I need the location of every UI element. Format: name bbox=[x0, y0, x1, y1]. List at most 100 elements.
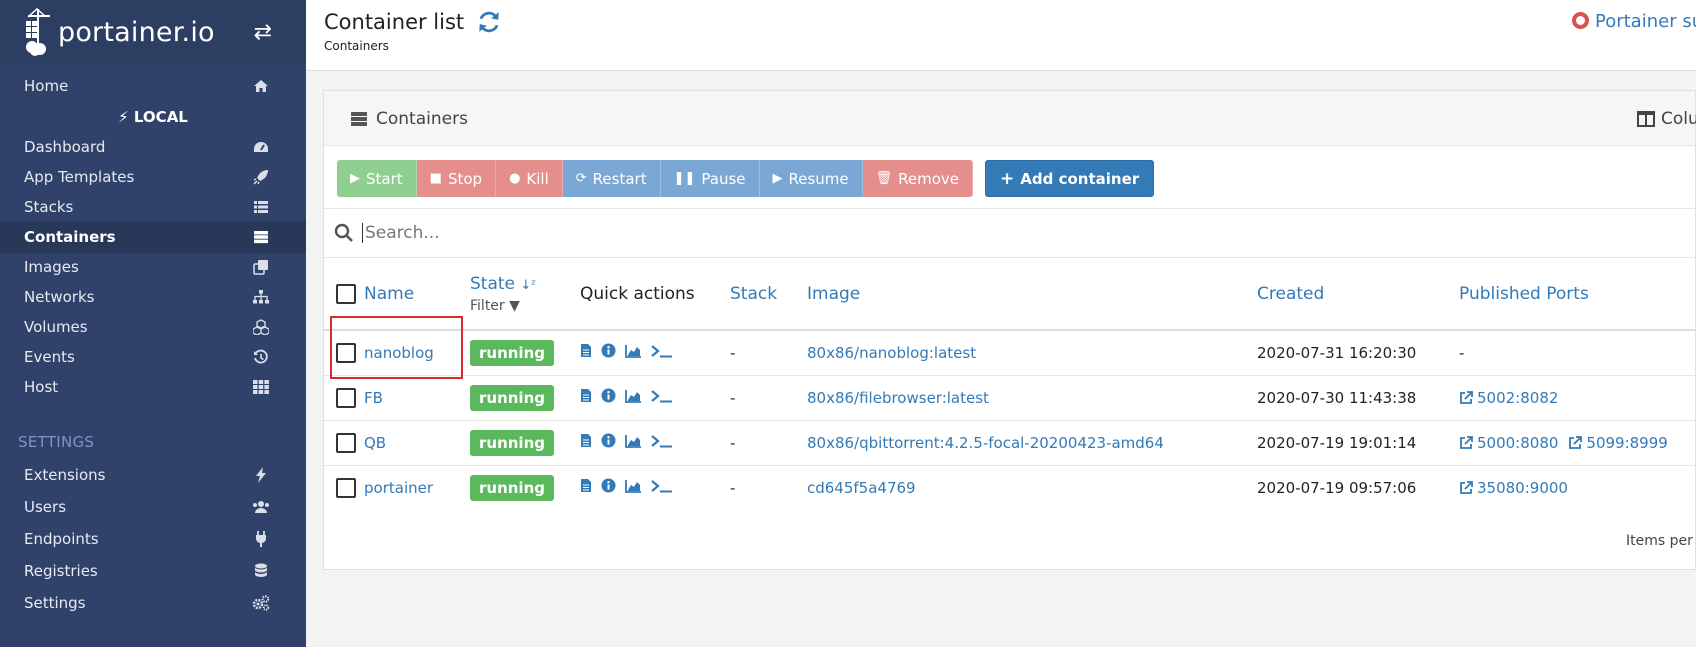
image-link[interactable]: 80x86/filebrowser:latest bbox=[807, 389, 989, 407]
sidebar-item-dashboard[interactable]: Dashboard bbox=[0, 131, 306, 163]
state-column-header[interactable]: State ↓ᶻ bbox=[470, 274, 536, 294]
stack-value: - bbox=[730, 478, 736, 497]
inspect-icon[interactable] bbox=[601, 343, 616, 358]
published-port-link[interactable]: 35080:9000 bbox=[1459, 479, 1568, 497]
sidebar-item-containers[interactable]: Containers bbox=[0, 221, 306, 253]
logs-icon[interactable] bbox=[580, 388, 592, 403]
container-name-link[interactable]: nanoblog bbox=[364, 344, 434, 362]
console-icon[interactable] bbox=[651, 389, 673, 403]
created-column-header[interactable]: Created bbox=[1257, 284, 1324, 304]
state-filter[interactable]: Filter ▼ bbox=[470, 298, 580, 314]
external-link-icon bbox=[1459, 479, 1477, 497]
stack-column-header[interactable]: Stack bbox=[730, 284, 777, 304]
quick-actions bbox=[580, 388, 673, 403]
image-link[interactable]: 80x86/qbittorrent:4.2.5-focal-20200423-a… bbox=[807, 434, 1164, 452]
logs-icon[interactable] bbox=[580, 478, 592, 493]
sidebar-item-label: Stacks bbox=[24, 198, 74, 216]
sidebar-item-registries[interactable]: Registries bbox=[0, 555, 306, 587]
sidebar-item-events[interactable]: Events bbox=[0, 341, 306, 373]
image-link[interactable]: 80x86/nanoblog:latest bbox=[807, 344, 976, 362]
containers-panel: Containers Colu ▶ Start ■ Stop ● Kill ⟳ Rest… bbox=[323, 90, 1696, 570]
tachometer-icon bbox=[252, 138, 270, 156]
filter-icon: ▼ bbox=[509, 298, 520, 314]
support-link[interactable]: Portainer su bbox=[1572, 11, 1696, 32]
sidebar-item-label: Settings bbox=[24, 594, 86, 612]
sidebar-item-label: Containers bbox=[24, 228, 116, 246]
container-name-link[interactable]: portainer bbox=[364, 479, 433, 497]
row-checkbox[interactable] bbox=[336, 342, 356, 363]
stats-icon[interactable] bbox=[625, 479, 642, 493]
search-input[interactable] bbox=[362, 223, 1262, 243]
sidebar-item-home[interactable]: Home bbox=[0, 70, 306, 102]
plug-icon bbox=[252, 530, 270, 548]
image-link[interactable]: cd645f5a4769 bbox=[807, 479, 916, 497]
stop-icon: ■ bbox=[429, 171, 442, 186]
kill-button[interactable]: ● Kill bbox=[496, 160, 563, 197]
image-column-header[interactable]: Image bbox=[807, 284, 860, 304]
sidebar-item-label: Endpoints bbox=[24, 530, 99, 548]
home-icon bbox=[252, 77, 270, 95]
console-icon[interactable] bbox=[651, 479, 673, 493]
select-all-checkbox[interactable] bbox=[336, 284, 356, 304]
stats-icon[interactable] bbox=[625, 344, 642, 358]
sidebar-item-stacks[interactable]: Stacks bbox=[0, 191, 306, 223]
panel-title: Containers bbox=[350, 109, 468, 129]
container-name-link[interactable]: FB bbox=[364, 389, 383, 407]
plug-icon: ⚡ bbox=[118, 108, 129, 126]
status-badge: running bbox=[470, 384, 554, 411]
pause-button[interactable]: ❚❚ Pause bbox=[660, 160, 760, 197]
sidebar-item-networks[interactable]: Networks bbox=[0, 281, 306, 313]
container-name-link[interactable]: QB bbox=[364, 434, 386, 452]
published-port-link[interactable]: 5099:8999 bbox=[1568, 434, 1668, 452]
exchange-icon[interactable]: ⇄ bbox=[254, 20, 272, 45]
panel-header: Containers Colu bbox=[324, 91, 1696, 146]
sidebar-item-host[interactable]: Host bbox=[0, 371, 306, 403]
row-checkbox[interactable] bbox=[336, 387, 356, 408]
restart-button[interactable]: ⟳ Restart bbox=[562, 160, 661, 197]
start-button[interactable]: ▶ Start bbox=[337, 160, 417, 197]
sidebar-item-label: Volumes bbox=[24, 318, 88, 336]
history-icon bbox=[252, 348, 270, 366]
database-icon bbox=[252, 562, 270, 580]
stack-value: - bbox=[730, 433, 736, 452]
stats-icon[interactable] bbox=[625, 434, 642, 448]
stats-icon[interactable] bbox=[625, 389, 642, 403]
sidebar-item-images[interactable]: Images bbox=[0, 251, 306, 283]
sidebar: portainer.io ⇄ Home ⚡ LOCAL Dashboard Ap… bbox=[0, 0, 306, 647]
cubes-icon bbox=[252, 318, 270, 336]
inspect-icon[interactable] bbox=[601, 478, 616, 493]
ports-column-header[interactable]: Published Ports bbox=[1459, 284, 1589, 304]
sidebar-item-label: Users bbox=[24, 498, 67, 516]
remove-button[interactable]: 🗑 Remove bbox=[862, 160, 974, 197]
users-icon bbox=[252, 498, 270, 516]
published-port-link[interactable]: 5000:8080 bbox=[1459, 434, 1558, 452]
inspect-icon[interactable] bbox=[601, 388, 616, 403]
published-port-link[interactable]: 5002:8082 bbox=[1459, 389, 1558, 407]
sidebar-item-endpoints[interactable]: Endpoints bbox=[0, 523, 306, 555]
name-column-header[interactable]: Name bbox=[364, 284, 414, 304]
sidebar-item-users[interactable]: Users bbox=[0, 491, 306, 523]
refresh-icon[interactable] bbox=[476, 9, 502, 35]
cogs-icon bbox=[252, 594, 270, 612]
status-badge: running bbox=[470, 474, 554, 501]
sidebar-item-volumes[interactable]: Volumes bbox=[0, 311, 306, 343]
row-checkbox[interactable] bbox=[336, 477, 356, 498]
logs-icon[interactable] bbox=[580, 433, 592, 448]
th-icon bbox=[252, 378, 270, 396]
stop-button[interactable]: ■ Stop bbox=[416, 160, 497, 197]
sidebar-item-app-templates[interactable]: App Templates bbox=[0, 161, 306, 193]
refresh-icon: ⟳ bbox=[575, 171, 587, 186]
resume-button[interactable]: ▶ Resume bbox=[759, 160, 863, 197]
sidebar-item-settings[interactable]: Settings bbox=[0, 587, 306, 619]
row-checkbox[interactable] bbox=[336, 432, 356, 453]
console-icon[interactable] bbox=[651, 434, 673, 448]
quick-actions-header: Quick actions bbox=[580, 284, 695, 304]
brand[interactable]: portainer.io ⇄ bbox=[0, 0, 306, 64]
logs-icon[interactable] bbox=[580, 343, 592, 358]
created-value: 2020-07-30 11:43:38 bbox=[1257, 388, 1417, 407]
inspect-icon[interactable] bbox=[601, 433, 616, 448]
console-icon[interactable] bbox=[651, 344, 673, 358]
sidebar-item-extensions[interactable]: Extensions bbox=[0, 459, 306, 491]
add-container-button[interactable]: + Add container bbox=[985, 160, 1155, 197]
columns-button[interactable]: Colu bbox=[1637, 109, 1696, 129]
